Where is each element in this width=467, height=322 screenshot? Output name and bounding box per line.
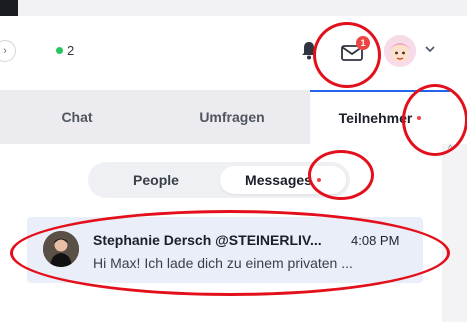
window-edge [0,0,18,16]
message-time: 4:08 PM [351,233,400,248]
scroll-up-icon[interactable]: ^ [448,144,453,155]
user-avatar[interactable] [384,35,416,67]
sender-name: Stephanie Dersch @STEINERLIV... [93,232,322,248]
people-toggle-label: People [133,172,179,188]
notification-badge: 1 [356,36,370,50]
tab-chat[interactable]: Chat [0,90,154,144]
chevron-right-icon: › [3,45,7,57]
sender-avatar [43,231,79,267]
people-toggle-button[interactable]: People [92,166,220,194]
tab-polls[interactable]: Umfragen [154,90,310,144]
tab-chat-label: Chat [61,109,93,125]
chevron-down-icon[interactable] [424,43,436,55]
message-preview: Hi Max! Ich lade dich zu einem privaten … [93,255,353,271]
tab-participants-label: Teilnehmer [338,110,413,126]
unread-dot [316,178,321,182]
sender-avatar-image [43,231,79,267]
tab-polls-label: Umfragen [199,109,265,125]
message-list-item[interactable]: Stephanie Dersch @STEINERLIV... 4:08 PM … [27,217,423,283]
tab-bar: Chat Umfragen Teilnehmer [0,90,450,144]
messages-toggle-button[interactable]: Messages [220,166,346,194]
avatar-image [384,35,416,67]
bell-icon[interactable] [300,40,318,60]
online-status-icon [56,47,63,54]
unread-dot [417,116,422,120]
online-count: 2 [67,43,75,58]
people-messages-toggle: People Messages [88,162,350,198]
scrollbar[interactable] [442,144,467,322]
messages-toggle-label: Messages [245,172,312,188]
tab-participants[interactable]: Teilnehmer [310,90,450,144]
